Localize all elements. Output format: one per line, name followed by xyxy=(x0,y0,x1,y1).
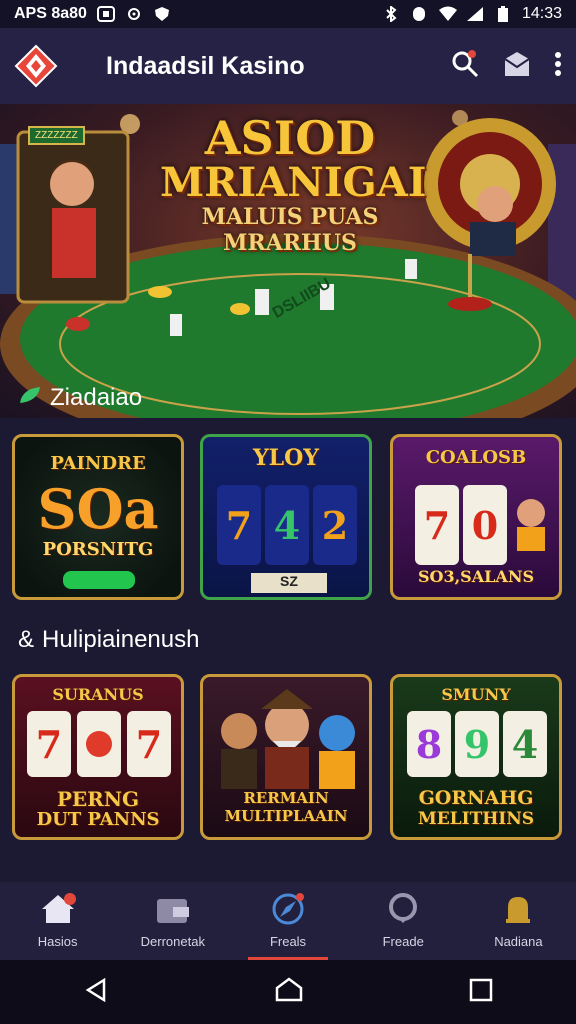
back-icon[interactable] xyxy=(82,976,110,1009)
nav-label: Freade xyxy=(382,934,424,949)
banner-title-line1: ASIOD xyxy=(204,111,376,165)
slot-reel: 0 xyxy=(463,485,507,565)
data-icon xyxy=(410,6,428,22)
ampersand-icon: & xyxy=(18,626,35,653)
characters-illustration xyxy=(221,689,355,789)
game-tile[interactable]: PAINDRE SOa PORSNITG xyxy=(12,434,184,600)
battery-icon xyxy=(494,6,512,22)
system-nav-bar xyxy=(0,960,576,1024)
section-heading-1: Ziadaiao xyxy=(18,384,142,412)
signal-icon xyxy=(466,6,484,22)
more-vert-icon[interactable] xyxy=(554,51,562,82)
wifi-icon xyxy=(438,6,457,22)
slot-reel: 7 xyxy=(217,485,261,565)
home-nav-icon[interactable] xyxy=(274,976,304,1009)
banner-badge: ZZZZZZZ xyxy=(28,126,85,145)
clock: 14:33 xyxy=(521,5,562,22)
game-top-label: SMUNY xyxy=(441,685,511,704)
slot-reel: 4 xyxy=(265,485,309,565)
chat-icon xyxy=(385,893,421,928)
home-icon xyxy=(40,893,76,928)
gift-box-icon[interactable] xyxy=(502,49,532,84)
slot-reel: 7 xyxy=(415,485,459,565)
nav-label: Hasios xyxy=(37,934,78,949)
game-big-label: SOa xyxy=(37,477,159,541)
game-top-label: COALOSB xyxy=(425,447,527,468)
game-tile[interactable]: YLOY 7 4 2 SZ xyxy=(200,434,372,600)
game-tile[interactable]: RERMAIN MULTIPLAAIN xyxy=(200,674,372,840)
slot-reel: 7 xyxy=(127,711,171,777)
slot-reel: 2 xyxy=(313,485,357,565)
game-tile[interactable]: SMUNY 8 9 4 GORNAHG MELITHINS xyxy=(390,674,562,840)
game-sub-label: MELITHINS xyxy=(417,809,535,829)
slot-reel xyxy=(77,711,121,777)
nav-label: Freals xyxy=(269,934,307,949)
promo-banner[interactable]: ZZZZZZZ ASIOD MRIANIGAI MALUIS PUAS MRAR… xyxy=(0,104,576,418)
game-sub-label: RERMAIN xyxy=(243,789,329,807)
banner-title-line3: MALUIS PUAS MRARHUS xyxy=(201,204,379,256)
bell-icon xyxy=(500,893,536,928)
bluetooth-icon xyxy=(382,5,400,23)
section2-label: Hulipiainenush xyxy=(42,626,200,653)
compass-icon xyxy=(270,893,306,928)
game-top-label: YLOY xyxy=(252,445,320,471)
nav-item-home[interactable]: Hasios xyxy=(0,882,115,960)
slot-reel: 4 xyxy=(503,711,547,777)
game-top-label: SURANUS xyxy=(52,685,144,704)
shield-icon xyxy=(153,6,171,22)
slot-reel: 9 xyxy=(455,711,499,777)
recents-icon[interactable] xyxy=(468,977,494,1008)
game-tile[interactable]: COALOSB 7 0 SO3,SALANS xyxy=(390,434,562,600)
game-sub-label: MULTIPLAAIN xyxy=(224,807,348,825)
banner-headline: ASIOD MRIANIGAI MALUIS PUAS MRARHUS xyxy=(160,111,427,256)
game-sub-label: DUT PANNS xyxy=(36,809,160,830)
app-bar: Indaadsil Kasino xyxy=(0,28,576,104)
slot-reel: 8 xyxy=(407,711,451,777)
logo-diamond-icon[interactable] xyxy=(14,44,58,88)
section1-label: Ziadaiao xyxy=(50,384,143,411)
game-sub-label: GORNAHG xyxy=(418,787,534,809)
nav-item-notifications[interactable]: Nadiana xyxy=(461,882,576,960)
game-top-label: PAINDRE xyxy=(50,453,146,474)
leaf-icon xyxy=(18,384,42,412)
game-sub-label: SO3,SALANS xyxy=(417,567,534,586)
play-button[interactable] xyxy=(63,571,135,589)
game-sub-label: PORSNITG xyxy=(42,539,154,560)
nav-label: Nadiana xyxy=(494,934,543,949)
banner-title-line2: MRIANIGAI xyxy=(160,159,427,206)
status-bar: APS 8a80 14:33 xyxy=(0,0,576,28)
bottom-nav: Hasios Derronetak Freals Freade Nadiana xyxy=(0,882,576,960)
slot-character-icon xyxy=(511,493,551,558)
nav-item-wallet[interactable]: Derronetak xyxy=(115,882,230,960)
carrier-text: APS 8a80 xyxy=(14,5,87,22)
search-icon[interactable] xyxy=(450,49,480,84)
nav-item-chat[interactable]: Freade xyxy=(346,882,461,960)
app-title: Indaadsil Kasino xyxy=(106,51,305,80)
settings-icon xyxy=(125,6,143,22)
game-sub-label: SZ xyxy=(251,573,327,593)
nav-item-explore[interactable]: Freals xyxy=(230,882,345,960)
game-sub-label: PERNG xyxy=(56,787,140,811)
section-heading-2: & Hulipiainenush xyxy=(18,626,199,654)
wallet-icon xyxy=(155,893,191,928)
notification-icon xyxy=(96,6,115,22)
game-tile[interactable]: SURANUS 7 7 PERNG DUT PANNS xyxy=(12,674,184,840)
slot-reel: 7 xyxy=(27,711,71,777)
nav-label: Derronetak xyxy=(140,934,205,949)
